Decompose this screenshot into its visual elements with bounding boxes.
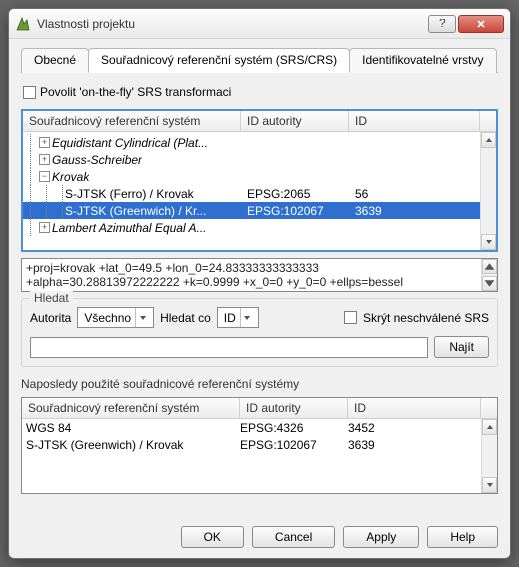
col-crs[interactable]: Souřadnicový referenční systém	[22, 398, 240, 418]
recent-body: WGS 84 EPSG:4326 3452 S-JTSK (Greenwich)…	[22, 419, 497, 493]
proj-scrollbar[interactable]	[481, 259, 497, 291]
tab-bar: Obecné Souřadnicový referenční systém (S…	[21, 47, 498, 73]
search-input[interactable]	[30, 337, 428, 358]
scroll-down-icon[interactable]	[481, 234, 496, 250]
proj-line: +proj=krovak +lat_0=49.5 +lon_0=24.83333…	[26, 261, 493, 275]
expand-icon[interactable]: +	[39, 222, 50, 233]
crs-tree-table: Souřadnicový referenční systém ID autori…	[21, 109, 498, 252]
proj-string-box[interactable]: +proj=krovak +lat_0=49.5 +lon_0=24.83333…	[21, 258, 498, 292]
recent-scrollbar[interactable]	[481, 419, 497, 493]
searchfor-combo[interactable]: ID	[217, 307, 259, 328]
recent-header: Souřadnicový referenční systém ID autori…	[22, 398, 497, 419]
help-button[interactable]: Help	[427, 526, 498, 548]
tree-row[interactable]: + Gauss-Schreiber	[23, 151, 480, 168]
help-button[interactable]: ?	[428, 15, 456, 33]
tree-row[interactable]: − Krovak	[23, 168, 480, 185]
window-buttons: ?	[426, 15, 504, 33]
tree-row[interactable]: S-JTSK (Ferro) / Krovak EPSG:2065 56	[23, 185, 480, 202]
proj-line: +alpha=30.28813972222222 +k=0.9999 +x_0=…	[26, 275, 493, 289]
scroll-up-icon[interactable]	[482, 259, 497, 274]
scroll-up-icon[interactable]	[481, 132, 496, 148]
col-crs[interactable]: Souřadnicový referenční systém	[23, 111, 241, 131]
dialog-window: Vlastnosti projektu ? Obecné Souřadnicov…	[8, 8, 511, 559]
cancel-button[interactable]: Cancel	[252, 526, 335, 548]
search-row-2: Najít	[30, 336, 489, 358]
recent-label: Naposledy použité souřadnicové referenčn…	[21, 377, 498, 391]
col-auth[interactable]: ID autority	[240, 398, 348, 418]
expand-icon[interactable]: +	[39, 137, 50, 148]
hide-deprecated-checkbox[interactable]	[344, 311, 357, 324]
crs-tree[interactable]: + Equidistant Cylindrical (Plat... + Gau…	[23, 132, 480, 250]
ok-button[interactable]: OK	[181, 526, 244, 548]
tree-row[interactable]: + Equidistant Cylindrical (Plat...	[23, 134, 480, 151]
otf-row: Povolit 'on-the-fly' SRS transformaci	[23, 85, 498, 99]
scroll-down-icon[interactable]	[482, 276, 497, 291]
close-button[interactable]	[458, 15, 504, 33]
recent-table: Souřadnicový referenční systém ID autori…	[21, 397, 498, 494]
window-title: Vlastnosti projektu	[37, 17, 426, 31]
app-icon	[15, 16, 31, 32]
find-button[interactable]: Najít	[434, 336, 489, 358]
collapse-icon[interactable]: −	[39, 171, 50, 182]
expand-icon[interactable]: +	[39, 154, 50, 165]
content-area: Obecné Souřadnicový referenční systém (S…	[9, 39, 510, 520]
tab-layers[interactable]: Identifikovatelné vrstvy	[349, 48, 496, 73]
authority-label: Autorita	[30, 311, 71, 325]
apply-button[interactable]: Apply	[343, 526, 419, 548]
table-row[interactable]: WGS 84 EPSG:4326 3452	[22, 419, 481, 436]
scroll-down-icon[interactable]	[482, 477, 497, 493]
col-id[interactable]: ID	[349, 111, 480, 131]
otf-label: Povolit 'on-the-fly' SRS transformaci	[40, 85, 231, 99]
col-id[interactable]: ID	[348, 398, 481, 418]
search-legend: Hledat	[30, 291, 73, 305]
hide-deprecated-label: Skrýt neschválené SRS	[363, 311, 489, 325]
col-auth[interactable]: ID autority	[241, 111, 349, 131]
dialog-buttons: OK Cancel Apply Help	[9, 520, 510, 558]
crs-tree-header: Souřadnicový referenční systém ID autori…	[23, 111, 496, 132]
tree-row-selected[interactable]: S-JTSK (Greenwich) / Kr... EPSG:102067 3…	[23, 202, 480, 219]
tree-row[interactable]: + Lambert Azimuthal Equal A...	[23, 219, 480, 236]
otf-checkbox[interactable]	[23, 86, 36, 99]
chevron-down-icon[interactable]	[240, 308, 254, 327]
titlebar[interactable]: Vlastnosti projektu ?	[9, 9, 510, 39]
col-scroll-spacer	[481, 398, 497, 418]
searchfor-label: Hledat co	[160, 311, 211, 325]
tree-scrollbar[interactable]	[480, 132, 496, 250]
col-scroll-spacer	[480, 111, 496, 131]
authority-combo[interactable]: Všechno	[77, 307, 154, 328]
search-group: Hledat Autorita Všechno Hledat co ID Skr…	[21, 298, 498, 367]
tab-crs[interactable]: Souřadnicový referenční systém (SRS/CRS)	[88, 48, 350, 73]
search-row-1: Autorita Všechno Hledat co ID Skrýt nesc…	[30, 307, 489, 328]
chevron-down-icon[interactable]	[135, 308, 149, 327]
scroll-up-icon[interactable]	[482, 419, 497, 435]
tab-general[interactable]: Obecné	[21, 48, 89, 73]
svg-text:?: ?	[439, 19, 446, 29]
crs-tree-body: + Equidistant Cylindrical (Plat... + Gau…	[23, 132, 496, 250]
table-row[interactable]: S-JTSK (Greenwich) / Krovak EPSG:102067 …	[22, 436, 481, 453]
